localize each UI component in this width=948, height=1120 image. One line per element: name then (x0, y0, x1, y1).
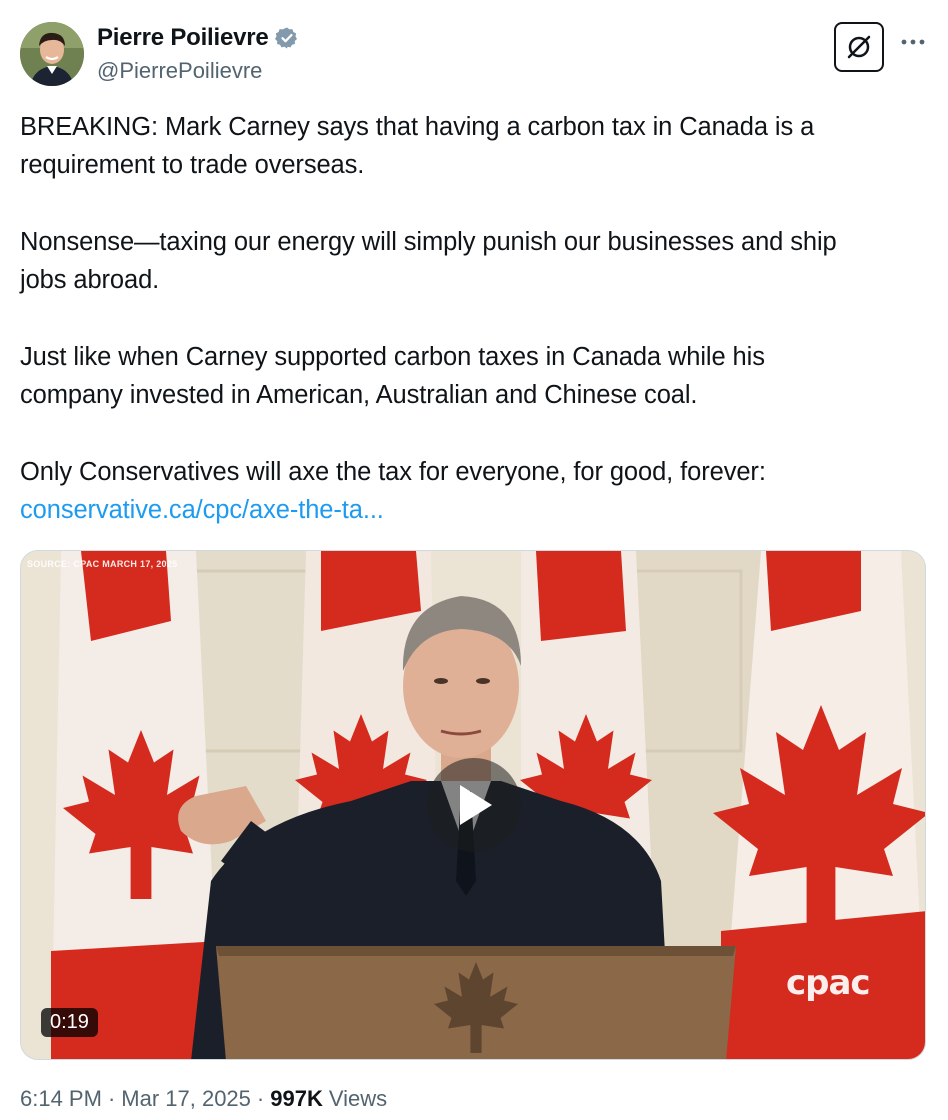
tweet-paragraph-2: Nonsense—taxing our energy will simply p… (20, 227, 837, 295)
ellipsis-icon (901, 39, 925, 45)
tweet-date[interactable]: Mar 17, 2025 (121, 1086, 251, 1112)
views-count: 997K (270, 1086, 323, 1111)
avatar[interactable] (20, 22, 84, 86)
video-duration: 0:19 (41, 1008, 98, 1037)
tweet-paragraph-4: Only Conservatives will axe the tax for … (20, 457, 766, 486)
grok-slash-icon (847, 35, 871, 59)
verified-badge-icon (274, 26, 299, 50)
play-button[interactable] (427, 758, 521, 852)
views-label: Views (328, 1086, 388, 1111)
cpac-watermark: cpac (786, 963, 871, 1003)
tweet-paragraph-3: Just like when Carney supported carbon t… (20, 342, 765, 410)
tweet-text: BREAKING: Mark Carney says that having a… (20, 108, 930, 529)
tweet-header: Pierre Poilievre @PierrePoilievre (20, 20, 928, 88)
video-player[interactable]: SOURCE: CPAC MARCH 17, 2025 cpac 0:19 (20, 550, 926, 1060)
grok-button[interactable] (834, 22, 884, 72)
tweet-time[interactable]: 6:14 PM (20, 1086, 102, 1112)
name-row: Pierre Poilievre (97, 24, 299, 52)
tweet-link[interactable]: conservative.ca/cpc/axe-the-ta... (20, 496, 384, 524)
tweet-meta: 6:14 PM · Mar 17, 2025 · 997K Views (20, 1086, 387, 1112)
meta-separator: · (107, 1086, 116, 1111)
play-icon (460, 785, 492, 825)
meta-separator: · (256, 1086, 265, 1111)
video-source-label: SOURCE: CPAC MARCH 17, 2025 (27, 559, 178, 569)
tweet-paragraph-1: BREAKING: Mark Carney says that having a… (20, 113, 815, 180)
display-name[interactable]: Pierre Poilievre (97, 24, 269, 52)
handle[interactable]: @PierrePoilievre (97, 58, 262, 84)
more-options-button[interactable] (898, 32, 928, 52)
